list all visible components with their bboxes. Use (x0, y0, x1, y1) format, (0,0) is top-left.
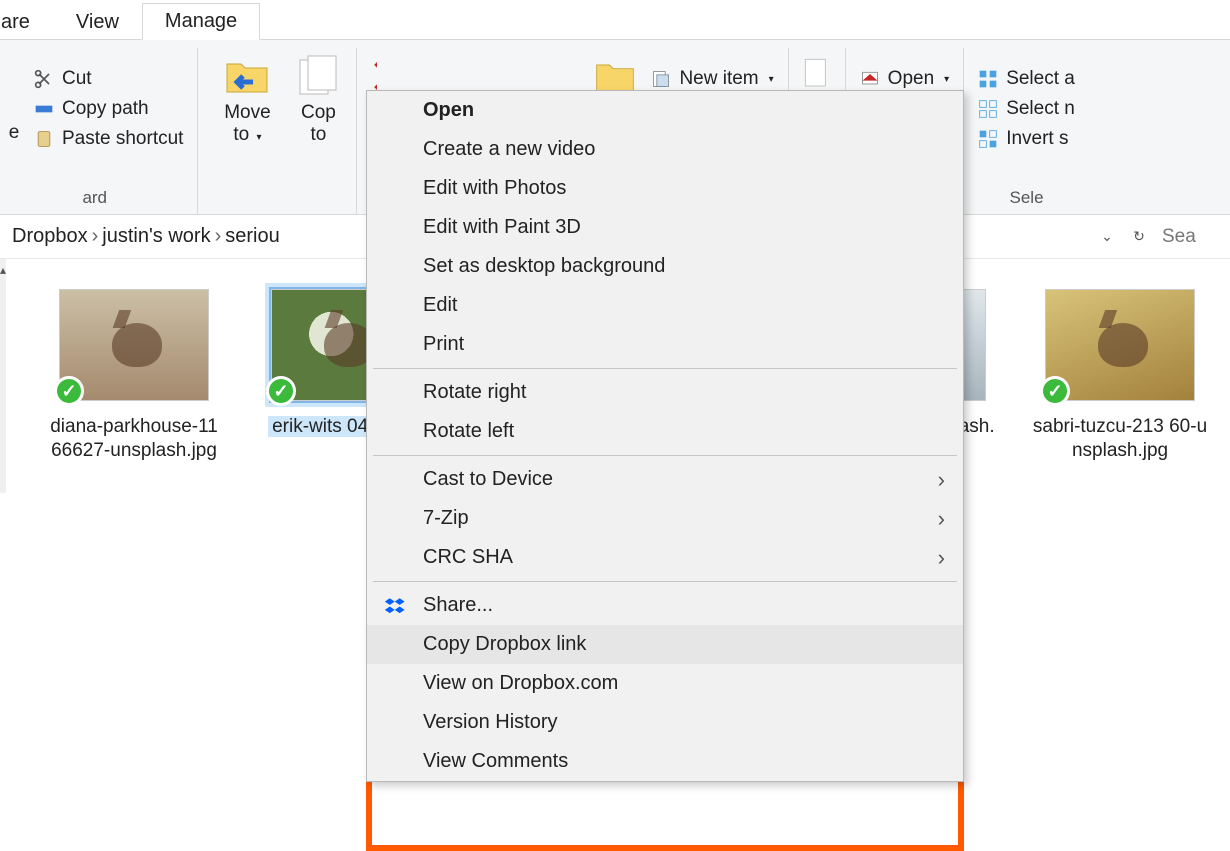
ctx-edit-photos[interactable]: Edit with Photos (367, 169, 963, 208)
paste-shortcut-button[interactable]: Paste shortcut (28, 126, 189, 152)
tab-manage[interactable]: Manage (142, 3, 260, 40)
paste-label-cut: e (9, 122, 20, 144)
select-none-icon (978, 99, 998, 119)
crumb-sep: › (92, 225, 99, 248)
group-select: Select a Select n Invert s Sele (964, 48, 1089, 214)
ctx-share[interactable]: Share... (367, 586, 963, 625)
ctx-view-dropbox[interactable]: View on Dropbox.com (367, 664, 963, 703)
file-name: diana-parkhouse-1166627-unsplash.jpg (46, 415, 222, 463)
file-item[interactable]: ✓ diana-parkhouse-1166627-unsplash.jpg (46, 289, 222, 463)
open-button[interactable]: Open ▾ (854, 66, 956, 92)
new-item-button[interactable]: New item ▾ (645, 66, 779, 92)
select-all-icon (978, 69, 998, 89)
crumb-sep: › (215, 225, 222, 248)
ctx-cast[interactable]: Cast to Device› (367, 460, 963, 499)
ctx-edit-paint3d[interactable]: Edit with Paint 3D (367, 208, 963, 247)
ctx-rotate-left[interactable]: Rotate left (367, 412, 963, 451)
ctx-separator (373, 368, 957, 369)
ctx-version-history[interactable]: Version History (367, 703, 963, 742)
ctx-edit[interactable]: Edit (367, 286, 963, 325)
refresh-button[interactable]: ↻ (1126, 224, 1152, 250)
paste-button[interactable]: e (0, 48, 28, 184)
crumb-1[interactable]: justin's work (102, 225, 210, 248)
copy-to-button[interactable]: Cop to (288, 48, 348, 184)
dropbox-icon (383, 594, 407, 618)
path-icon (34, 99, 54, 119)
select-none-button[interactable]: Select n (972, 96, 1081, 122)
sync-ok-icon: ✓ (266, 376, 296, 406)
new-item-label: New item (679, 68, 758, 90)
chevron-right-icon: › (938, 545, 945, 571)
thumbnail: ✓ (1045, 289, 1195, 401)
move-to-line2: to ▾ (233, 124, 261, 146)
cut-label: Cut (62, 68, 92, 90)
sync-ok-icon: ✓ (1040, 376, 1070, 406)
addr-dropdown-button[interactable]: ⌄ (1094, 224, 1120, 250)
select-all-label: Select a (1006, 68, 1075, 90)
new-item-icon (651, 69, 671, 89)
tab-view[interactable]: View (53, 4, 142, 40)
copy-to-line1: Cop (301, 102, 336, 124)
group-organize: Move to ▾ Cop to (198, 48, 357, 214)
thumbnail: ✓ (59, 289, 209, 401)
scissors-icon (34, 69, 54, 89)
chevron-right-icon: › (938, 506, 945, 532)
ctx-separator (373, 581, 957, 582)
search-input[interactable]: Sea (1162, 226, 1222, 248)
crumb-0[interactable]: Dropbox (12, 225, 88, 248)
copy-path-button[interactable]: Copy path (28, 96, 189, 122)
open-label: Open (888, 68, 934, 90)
paste-shortcut-label: Paste shortcut (62, 128, 183, 150)
clipboard-shortcut-icon (34, 129, 54, 149)
ctx-set-wallpaper[interactable]: Set as desktop background (367, 247, 963, 286)
tab-share[interactable]: are (0, 4, 53, 40)
sync-ok-icon: ✓ (54, 376, 84, 406)
group-clipboard: e Cut Copy path (0, 48, 198, 214)
ctx-copy-dropbox-link[interactable]: Copy Dropbox link (367, 625, 963, 664)
group-clipboard-label: ard (0, 184, 189, 214)
ctx-create-video[interactable]: Create a new video (367, 130, 963, 169)
ctx-7zip[interactable]: 7-Zip› (367, 499, 963, 538)
context-menu: Open Create a new video Edit with Photos… (366, 90, 964, 782)
crumb-2[interactable]: seriou (225, 225, 279, 248)
ctx-view-comments[interactable]: View Comments (367, 742, 963, 781)
invert-icon (978, 129, 998, 149)
search-placeholder: Sea (1162, 226, 1196, 248)
copy-path-label: Copy path (62, 98, 149, 120)
copy-to-line2: to (311, 124, 327, 146)
file-item[interactable]: ✓ sabri-tuzcu-213 60-unsplash.jpg (1032, 289, 1208, 463)
folder-copy-icon (294, 52, 342, 100)
chevron-right-icon: › (938, 467, 945, 493)
open-icon (860, 69, 880, 89)
ribbon-tabs: are View Manage (0, 0, 1230, 40)
ctx-print[interactable]: Print (367, 325, 963, 364)
group-select-label: Sele (972, 184, 1081, 214)
select-all-button[interactable]: Select a (972, 66, 1081, 92)
invert-label: Invert s (1006, 128, 1068, 150)
ctx-open[interactable]: Open (367, 91, 963, 130)
ctx-separator (373, 455, 957, 456)
ctx-rotate-right[interactable]: Rotate right (367, 373, 963, 412)
ctx-crc-sha[interactable]: CRC SHA› (367, 538, 963, 577)
invert-selection-button[interactable]: Invert s (972, 126, 1081, 152)
cut-button[interactable]: Cut (28, 66, 189, 92)
move-to-line1: Move (224, 102, 270, 124)
select-none-label: Select n (1006, 98, 1075, 120)
file-name: sabri-tuzcu-213 60-unsplash.jpg (1032, 415, 1208, 463)
move-to-button[interactable]: Move to ▾ (206, 48, 288, 184)
folder-move-icon (223, 52, 271, 100)
